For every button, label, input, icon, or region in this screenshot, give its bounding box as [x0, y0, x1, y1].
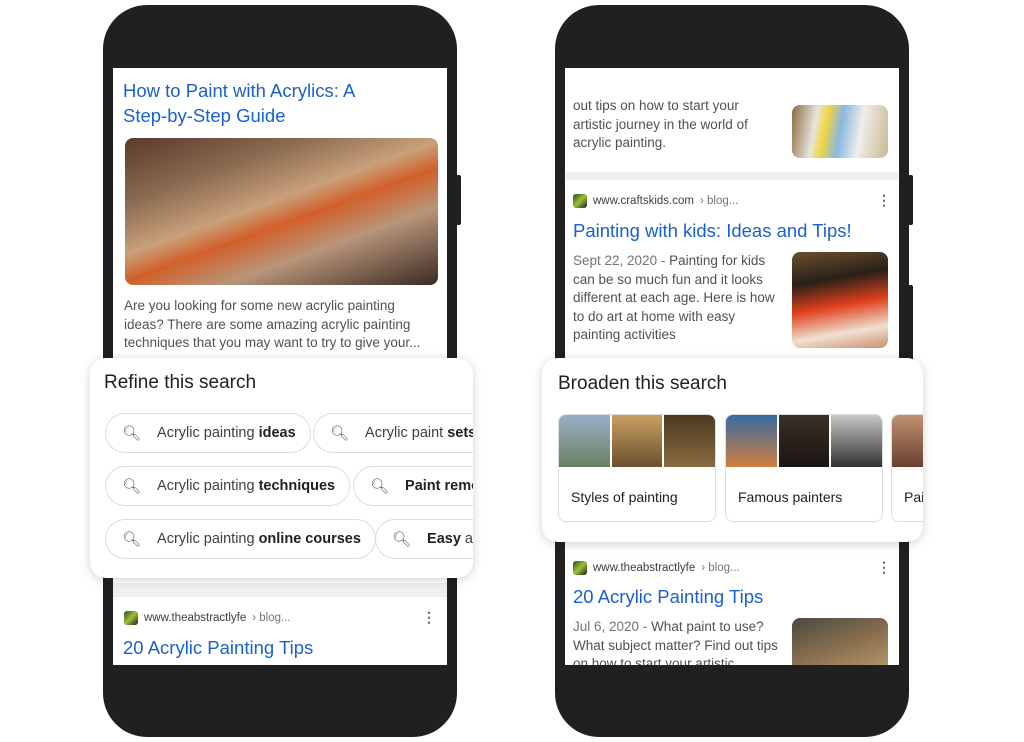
card-heading: Refine this search: [104, 372, 257, 393]
chip-bold: sets: [447, 425, 473, 441]
search-icon: 🔍︎: [370, 478, 390, 495]
refine-chip[interactable]: 🔍︎ Acrylic painting ideas: [105, 413, 311, 453]
result-date: Jul 6, 2020 -: [573, 619, 648, 634]
result-image[interactable]: [792, 618, 888, 665]
breadcrumb: › blog...: [701, 561, 740, 574]
broaden-tile[interactable]: Pai: [891, 414, 923, 522]
breadcrumb: › blog...: [252, 611, 291, 624]
result-site[interactable]: www.theabstractlyfe › blog... ⋮: [573, 559, 891, 576]
search-icon: 🔍︎: [122, 478, 142, 495]
broaden-tile[interactable]: Famous painters: [725, 414, 883, 522]
site-url: www.craftskids.com: [593, 194, 694, 207]
side-button: [908, 285, 913, 365]
search-icon: 🔍︎: [122, 425, 142, 442]
result-title[interactable]: How to Paint with Acrylics: A Step-by-St…: [123, 78, 373, 128]
chip-text: Acrylic painting: [157, 531, 255, 547]
broaden-tile[interactable]: Styles of painting: [558, 414, 716, 522]
tile-images: [892, 415, 923, 467]
result-snippet: Sept 22, 2020 - Painting for kids can be…: [573, 252, 778, 345]
tile-label: Pai: [904, 489, 923, 505]
refine-chip[interactable]: 🔍︎ Easyac: [375, 519, 473, 559]
chip-text: Acrylic painting: [157, 478, 255, 494]
chip-text: Acrylic paint: [365, 425, 444, 441]
refine-chip[interactable]: 🔍︎ Acrylic paint sets: [313, 413, 473, 453]
result-snippet: out tips on how to start your artistic j…: [573, 98, 748, 150]
result-site[interactable]: www.theabstractlyfe › blog... ⋮: [124, 609, 436, 626]
result-image[interactable]: [125, 138, 438, 285]
more-vert-icon[interactable]: ⋮: [877, 559, 891, 576]
tile-label: Famous painters: [738, 489, 843, 505]
search-icon: 🔍︎: [122, 531, 142, 548]
site-favicon: [573, 560, 587, 575]
side-button: [456, 175, 461, 225]
chip-bold: techniques: [258, 478, 336, 494]
chip-bold: Easy: [427, 531, 461, 547]
result-image[interactable]: [792, 105, 888, 158]
site-url: www.theabstractlyfe: [144, 611, 247, 624]
result-title[interactable]: 20 Acrylic Painting Tips: [573, 584, 763, 609]
result-snippet: Jul 6, 2020 - What paint to use? What su…: [573, 618, 778, 665]
refine-search-card: Refine this search 🔍︎ Acrylic painting ide…: [90, 358, 473, 578]
tile-images: [726, 415, 882, 467]
result-snippet: Are you looking for some new acrylic pai…: [124, 298, 421, 350]
refine-chip[interactable]: 🔍︎ Paint remo: [353, 466, 473, 506]
more-vert-icon[interactable]: ⋮: [877, 192, 891, 209]
more-vert-icon[interactable]: ⋮: [422, 609, 436, 626]
refine-chip[interactable]: 🔍︎ Acrylic painting online courses: [105, 519, 376, 559]
result-image[interactable]: [792, 252, 888, 348]
chip-bold: Paint remo: [405, 478, 473, 494]
chip-text: ac: [464, 531, 473, 547]
broaden-search-card: Broaden this search Styles of painting F…: [542, 358, 923, 542]
chip-text: Acrylic painting: [157, 425, 255, 441]
result-title[interactable]: Painting with kids: Ideas and Tips!: [573, 218, 852, 243]
divider: [565, 172, 899, 180]
chip-bold: ideas: [258, 425, 296, 441]
result-title[interactable]: 20 Acrylic Painting Tips: [123, 635, 313, 660]
site-favicon: [124, 610, 138, 625]
site-url: www.theabstractlyfe: [593, 561, 696, 574]
tile-images: [559, 415, 715, 467]
result-date: Sept 22, 2020 -: [573, 253, 666, 268]
card-heading: Broaden this search: [558, 373, 727, 394]
search-icon: 🔍︎: [330, 425, 350, 442]
side-button: [908, 175, 913, 225]
site-favicon: [573, 193, 587, 208]
tile-label: Styles of painting: [571, 489, 678, 505]
chip-bold: online courses: [258, 531, 361, 547]
result-site[interactable]: www.craftskids.com › blog... ⋮: [573, 192, 891, 209]
search-icon: 🔍︎: [392, 531, 412, 548]
breadcrumb: › blog...: [699, 194, 739, 207]
refine-chip[interactable]: 🔍︎ Acrylic painting techniques: [105, 466, 351, 506]
divider: [113, 583, 447, 597]
